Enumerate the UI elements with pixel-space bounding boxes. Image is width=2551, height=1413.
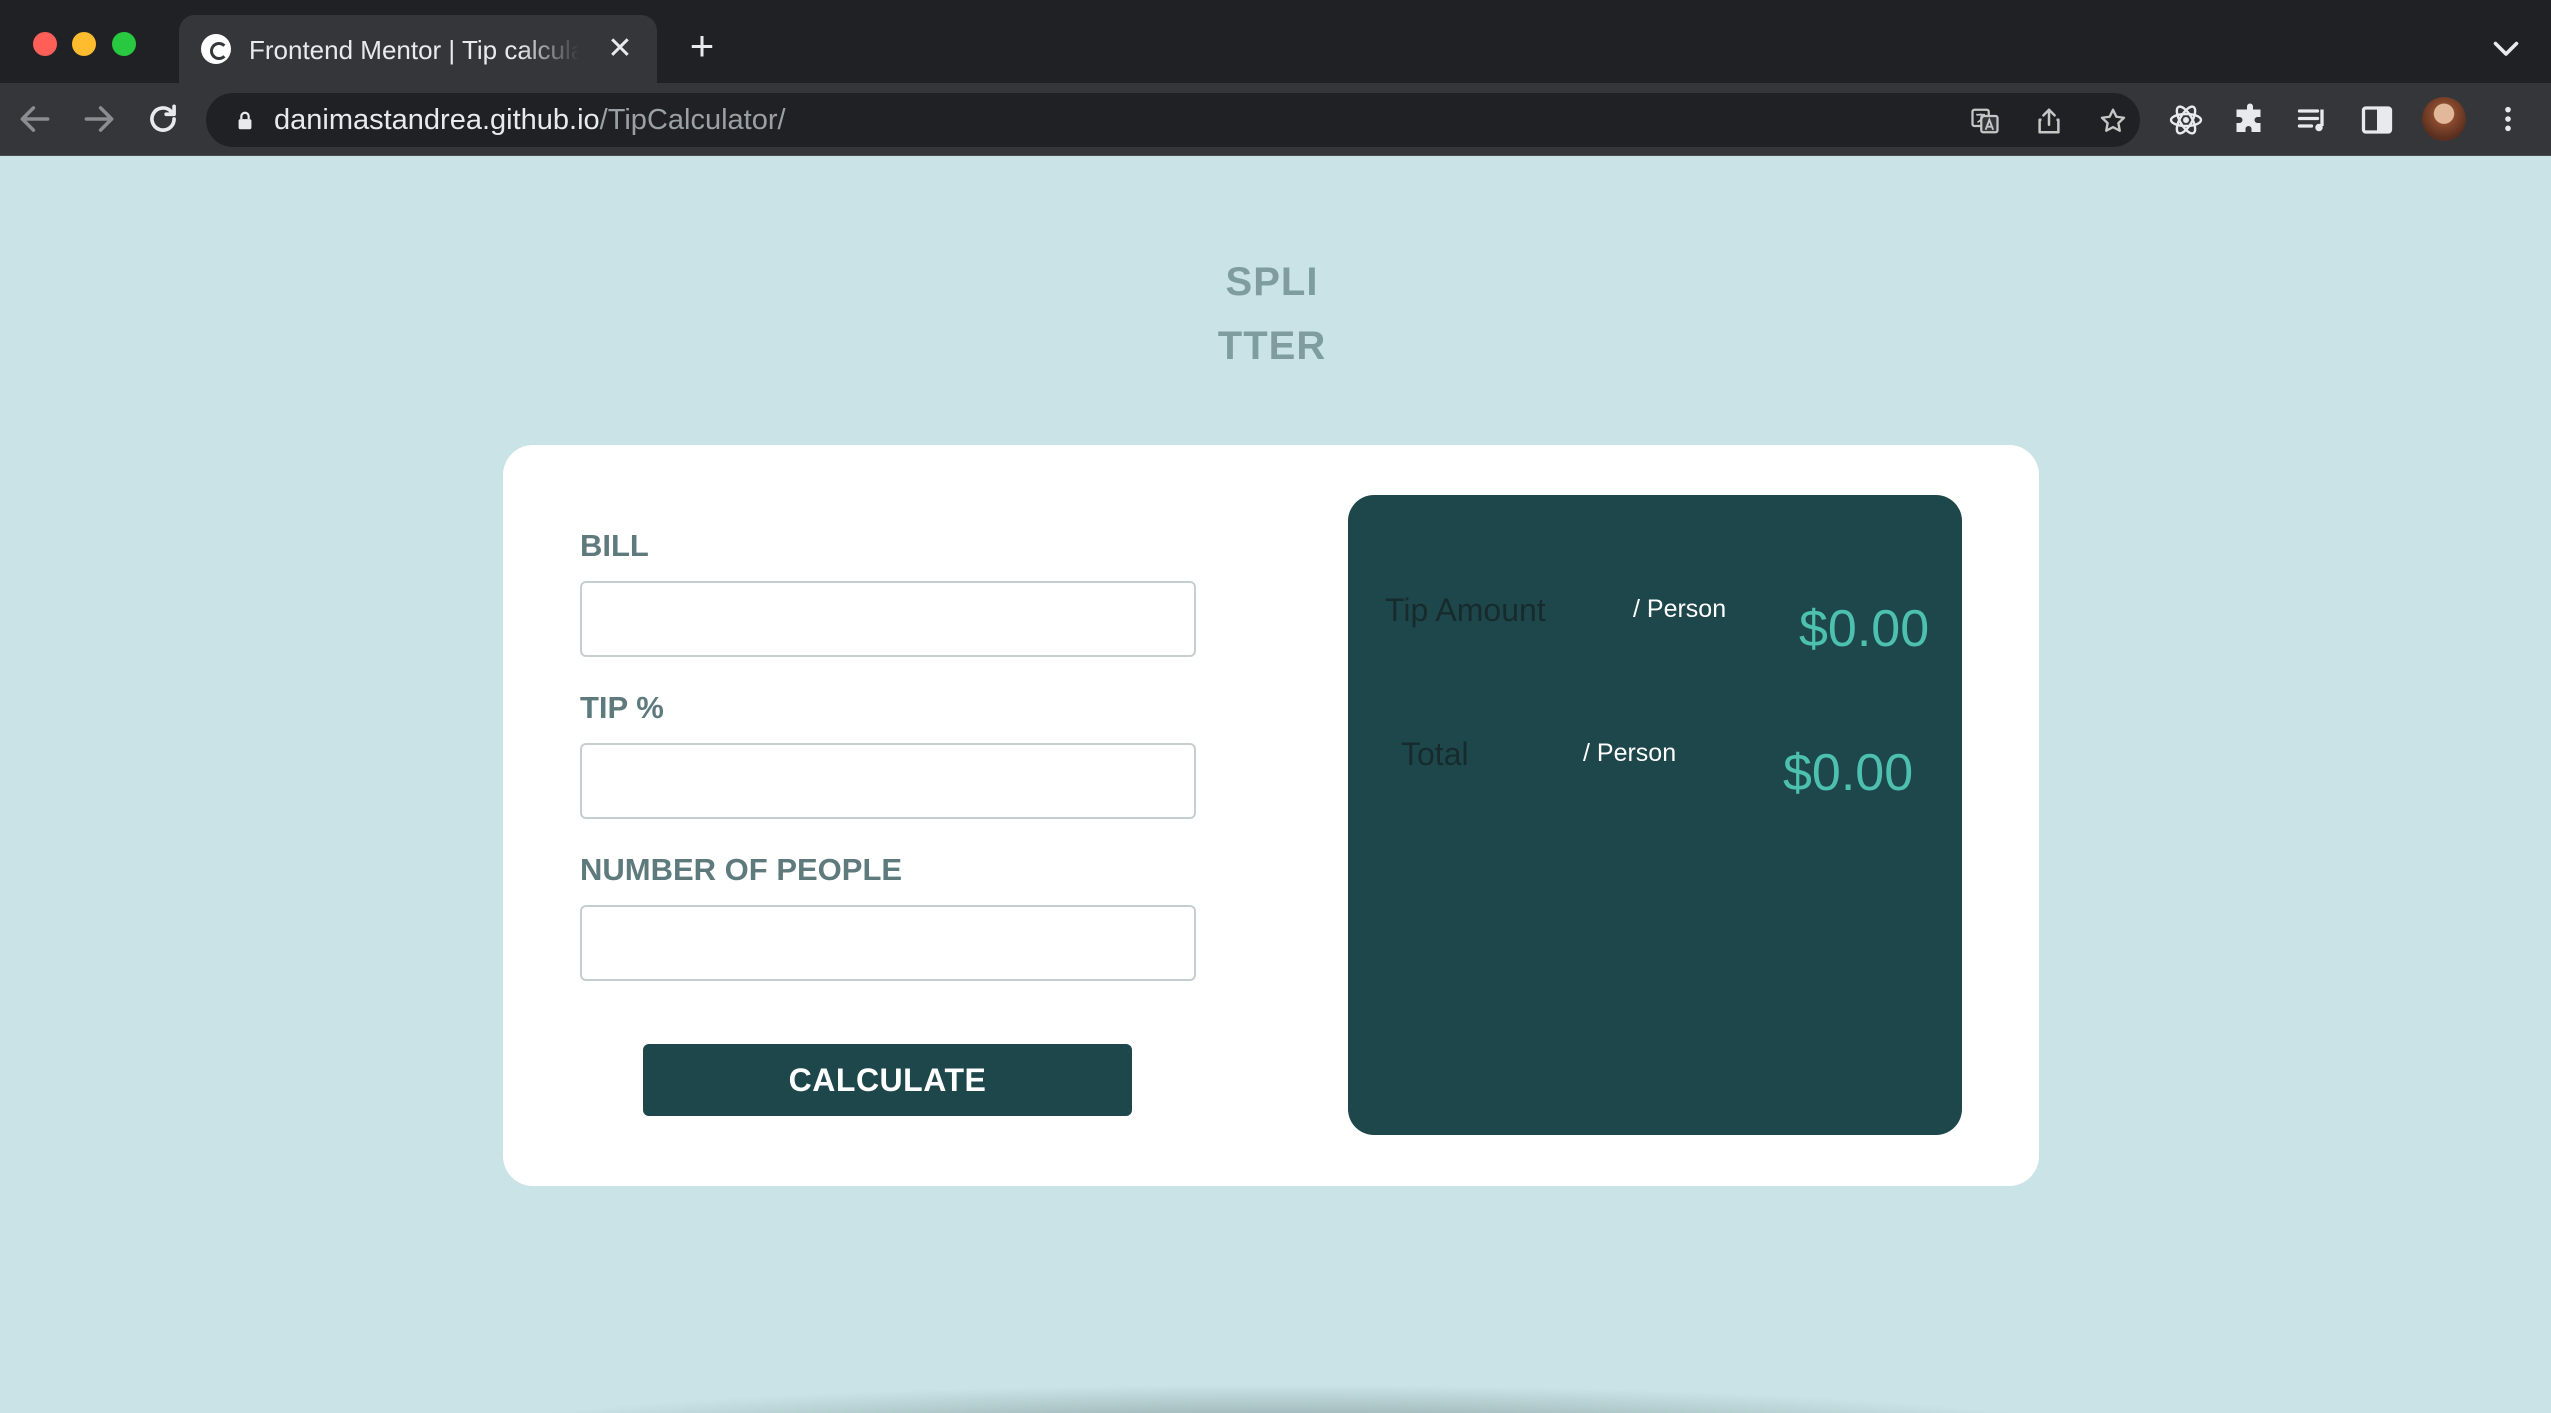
profile-avatar[interactable] — [2422, 97, 2466, 141]
close-icon[interactable]: ✕ — [602, 31, 638, 67]
browser-tab[interactable]: Frontend Mentor | Tip calculator app ✕ — [179, 15, 657, 83]
calculator-card: BILL TIP % NUMBER OF PEOPLE CALCULATE Ti… — [503, 445, 2039, 1186]
browser-toolbar: danimastandrea.github.io/TipCalculator/ — [0, 83, 2551, 156]
url-host: danimastandrea.github.io — [274, 104, 600, 136]
total-value: $0.00 — [1783, 744, 1914, 802]
splitter-logo: SPLI TTER — [1172, 250, 1372, 378]
close-window-button[interactable] — [33, 32, 57, 56]
react-devtools-icon[interactable] — [2168, 102, 2204, 138]
bill-label: BILL — [580, 528, 649, 563]
logo-line-2: TTER — [1217, 324, 1327, 368]
browser-titlebar: Frontend Mentor | Tip calculator app ✕ + — [0, 0, 2551, 83]
lock-icon[interactable] — [234, 110, 256, 132]
reading-list-icon[interactable] — [2295, 102, 2331, 138]
calculate-button[interactable]: CALCULATE — [643, 1044, 1132, 1116]
people-input[interactable] — [580, 905, 1196, 981]
plus-icon[interactable]: + — [682, 25, 722, 67]
share-icon[interactable] — [2034, 106, 2064, 136]
tip-per-person-label: / Person — [1633, 595, 1727, 623]
url-text[interactable]: danimastandrea.github.io/TipCalculator/ — [274, 93, 786, 147]
bottom-shadow — [360, 1380, 2200, 1413]
back-arrow-icon[interactable] — [16, 100, 54, 138]
tip-amount-value: $0.00 — [1799, 600, 1930, 658]
results-panel: Tip Amount / Person $0.00 Total / Person… — [1348, 495, 1962, 1135]
minimize-window-button[interactable] — [72, 32, 96, 56]
tip-amount-label: Tip Amount — [1385, 592, 1546, 628]
star-icon[interactable] — [2098, 106, 2128, 136]
total-per-person-label: / Person — [1583, 739, 1677, 767]
tab-title: Frontend Mentor | Tip calculator app — [249, 35, 579, 65]
reload-icon[interactable] — [144, 100, 182, 138]
tip-label: TIP % — [580, 690, 664, 725]
url-path: /TipCalculator/ — [599, 104, 786, 136]
side-panel-icon[interactable] — [2359, 102, 2395, 138]
total-label: Total — [1401, 736, 1469, 772]
maximize-window-button[interactable] — [112, 32, 136, 56]
logo-line-1: SPLI — [1225, 260, 1319, 304]
bill-input[interactable] — [580, 581, 1196, 657]
forward-arrow-icon[interactable] — [80, 100, 118, 138]
chevron-down-icon[interactable] — [2488, 30, 2524, 66]
tip-input[interactable] — [580, 743, 1196, 819]
more-menu-icon[interactable] — [2492, 101, 2524, 137]
translate-icon[interactable] — [1970, 106, 2000, 136]
frontend-mentor-icon — [201, 34, 231, 64]
extensions-puzzle-icon[interactable] — [2232, 102, 2268, 138]
address-bar[interactable]: danimastandrea.github.io/TipCalculator/ — [206, 93, 2140, 147]
people-label: NUMBER OF PEOPLE — [580, 852, 903, 887]
